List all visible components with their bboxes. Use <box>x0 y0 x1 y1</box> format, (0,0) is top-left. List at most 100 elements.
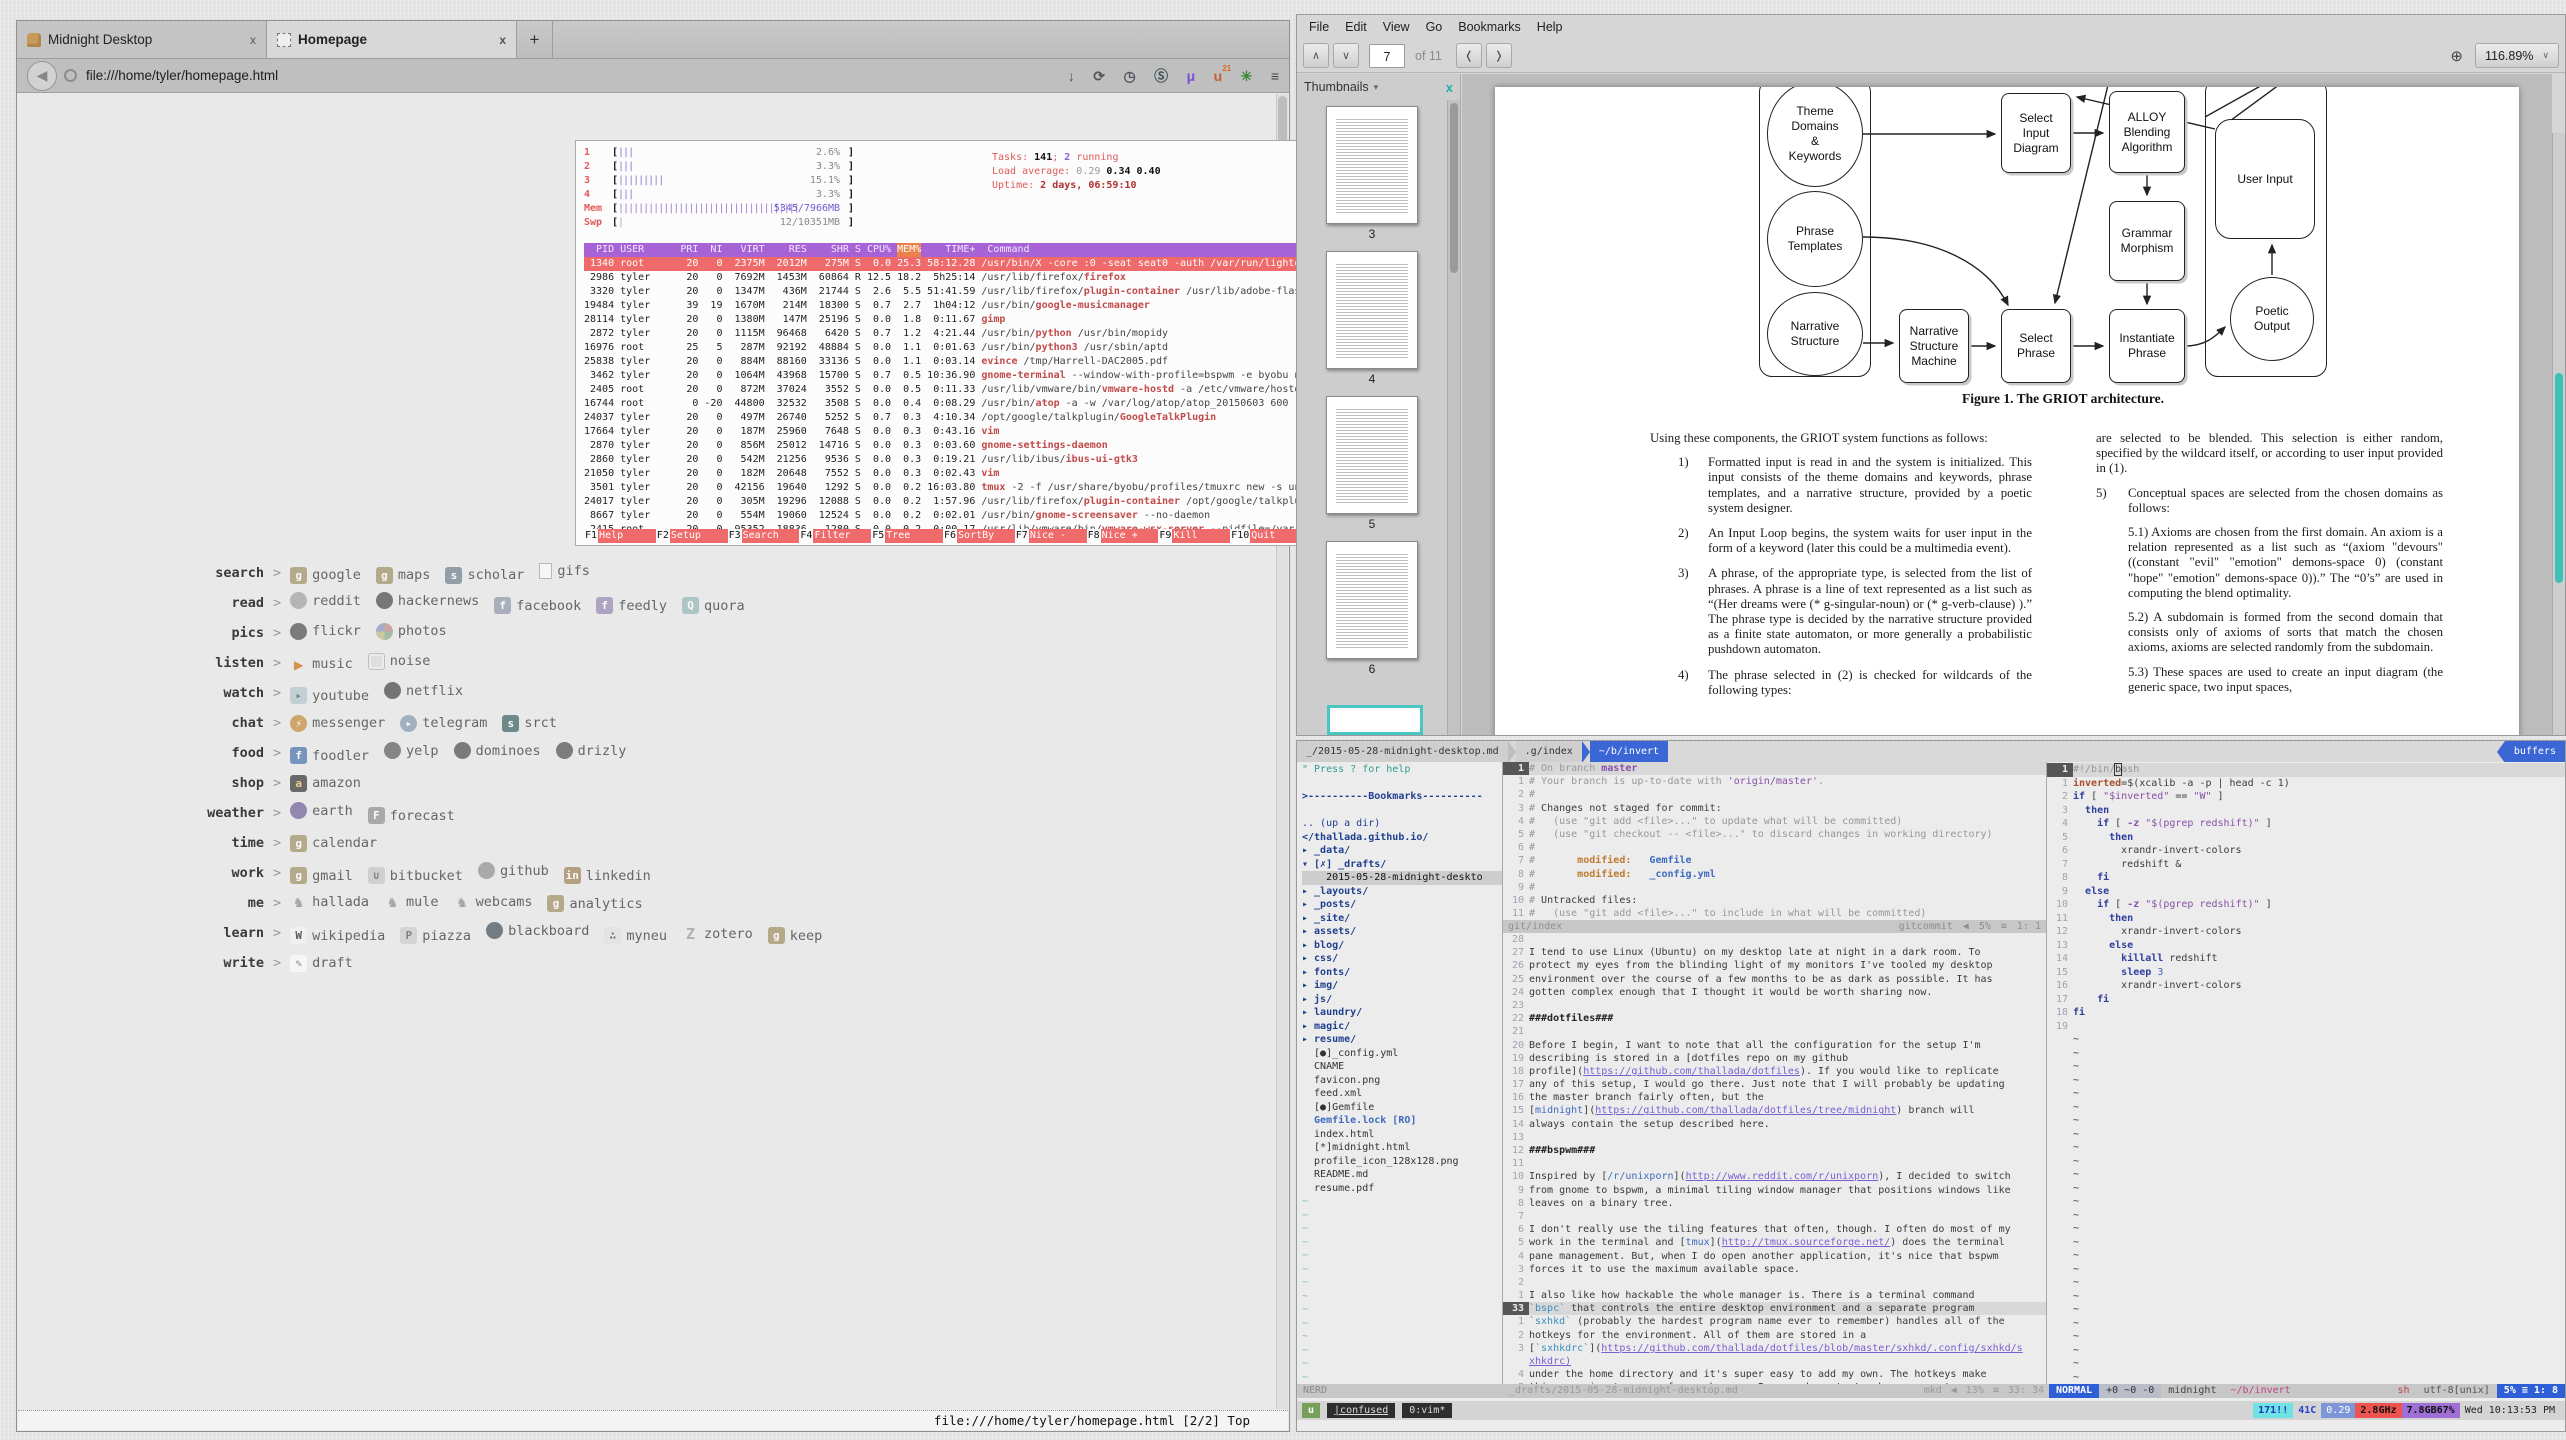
function-key[interactable]: F8Nice + <box>1087 529 1159 543</box>
nerdtree-item[interactable]: ▸ _site/ <box>1302 912 1502 926</box>
nerdtree-item[interactable]: ~ <box>1302 1263 1502 1277</box>
tab-close-icon[interactable]: x <box>250 33 256 47</box>
homepage-link[interactable]: Zzotero <box>682 926 753 943</box>
homepage-link[interactable]: ✎draft <box>290 955 353 972</box>
menu-item[interactable]: Bookmarks <box>1450 20 1529 34</box>
process-row[interactable]: 2872 tyler 20 0 1115M 96468 6420 S 0.7 1… <box>584 327 1316 341</box>
pdf-thumbnail[interactable]: 6 <box>1324 541 1420 676</box>
nerdtree-item[interactable]: >----------Bookmarks---------- <box>1302 790 1502 804</box>
pdf-thumbnail[interactable]: 3 <box>1324 106 1420 241</box>
nerdtree-item[interactable]: ~ <box>1302 1303 1502 1317</box>
toolbar-icon[interactable]: u21 <box>1214 68 1223 84</box>
middle-pane[interactable]: 1# On branch master 1# Your branch is up… <box>1503 762 2047 1384</box>
nerdtree-item[interactable]: .. (up a dir) <box>1302 817 1502 831</box>
homepage-link[interactable]: ▸telegram <box>400 715 487 732</box>
toolbar-icon[interactable]: ≡ <box>1271 68 1279 84</box>
nerdtree-item[interactable] <box>1302 777 1502 791</box>
homepage-link[interactable]: Fforecast <box>368 807 455 824</box>
function-key[interactable]: F9Kill <box>1158 529 1230 543</box>
nerdtree-item[interactable]: profile_icon_128x128.png <box>1302 1155 1502 1169</box>
process-row[interactable]: 1340 root 20 0 2375M 2012M 275M S 0.0 25… <box>584 257 1316 271</box>
url-input[interactable]: file:///home/tyler/homepage.html <box>86 68 1054 83</box>
function-key[interactable]: F6SortBy <box>943 529 1015 543</box>
homepage-link[interactable]: aamazon <box>290 775 361 792</box>
history-forward-button[interactable]: ❭ <box>1486 43 1512 68</box>
homepage-link[interactable]: netflix <box>384 682 463 699</box>
page-up-button[interactable]: ∧ <box>1303 43 1329 68</box>
homepage-link[interactable]: yelp <box>384 742 439 759</box>
process-row[interactable]: 8667 tyler 20 0 554M 19060 12524 S 0.0 0… <box>584 509 1316 523</box>
tab-close-icon[interactable]: x <box>499 33 506 47</box>
toolbar-icon[interactable]: ⟳ <box>1093 68 1105 84</box>
nerdtree-item[interactable]: </thallada.github.io/ <box>1302 831 1502 845</box>
nerdtree-item[interactable]: ~ <box>1302 1236 1502 1250</box>
nerdtree-item[interactable]: ~ <box>1302 1195 1502 1209</box>
homepage-link[interactable]: ffoodler <box>290 747 369 764</box>
back-button-icon[interactable]: ◀ <box>27 61 57 91</box>
nerdtree-item[interactable]: resume.pdf <box>1302 1182 1502 1196</box>
homepage-link[interactable]: ▶music <box>290 656 353 673</box>
nerdtree-item[interactable]: ~ <box>1302 1209 1502 1223</box>
sidebar-close-icon[interactable]: x <box>1446 80 1453 95</box>
selected-thumbnail[interactable] <box>1327 705 1423 735</box>
function-key[interactable]: F2Setup <box>656 529 728 543</box>
toolbar-icon[interactable]: ◷ <box>1123 68 1135 84</box>
homepage-link[interactable]: drizly <box>556 742 627 759</box>
nerdtree-item[interactable]: 2015-05-28-midnight-deskto <box>1302 871 1502 885</box>
pdf-thumbnail[interactable]: 4 <box>1324 251 1420 386</box>
nerdtree-item[interactable]: ▸ img/ <box>1302 979 1502 993</box>
nerdtree-item[interactable]: ~ <box>1302 1276 1502 1290</box>
process-row[interactable]: 2405 root 20 0 872M 37024 3552 S 0.0 0.5… <box>584 383 1316 397</box>
process-row[interactable]: 2860 tyler 20 0 542M 21256 9536 S 0.0 0.… <box>584 453 1316 467</box>
buffer-tab-active[interactable]: ~/b/invert <box>1590 741 1668 762</box>
homepage-link[interactable]: flickr <box>290 623 361 640</box>
tmux-window-item[interactable]: 0:vim* <box>1402 1403 1452 1419</box>
sidebar-dropdown-icon[interactable]: ▾ <box>1374 82 1379 93</box>
process-row[interactable]: 24017 tyler 20 0 305M 19296 12088 S 0.0 … <box>584 495 1316 509</box>
homepage-link[interactable]: ffeedly <box>596 597 667 614</box>
nerdtree-item[interactable]: ~ <box>1302 1371 1502 1385</box>
gitcommit-buffer[interactable]: 1# On branch master 1# Your branch is up… <box>1503 762 2046 920</box>
function-key[interactable]: F4Filter <box>799 529 871 543</box>
zoom-select[interactable]: 116.89%∨ <box>2475 43 2559 68</box>
toolbar-icon[interactable]: μ <box>1187 68 1196 84</box>
process-row[interactable]: 16976 root 25 5 287M 92192 48884 S 0.0 1… <box>584 341 1316 355</box>
process-row[interactable]: 2870 tyler 20 0 856M 25012 14716 S 0.0 0… <box>584 439 1316 453</box>
nerdtree-item[interactable]: ▸ resume/ <box>1302 1033 1502 1047</box>
nerdtree-item[interactable]: ▸ assets/ <box>1302 925 1502 939</box>
homepage-link[interactable]: ganalytics <box>547 895 642 912</box>
history-back-button[interactable]: ❬ <box>1456 43 1482 68</box>
process-row[interactable]: 3501 tyler 20 0 42156 19640 1292 S 0.0 0… <box>584 481 1316 495</box>
homepage-link[interactable]: ggoogle <box>290 567 361 584</box>
homepage-link[interactable]: ♞mule <box>384 894 439 911</box>
menu-item[interactable]: Help <box>1529 20 1571 34</box>
toolbar-icon[interactable]: ✳ <box>1241 68 1253 84</box>
nerdtree-item[interactable]: Gemfile.lock [RO] <box>1302 1114 1502 1128</box>
function-key[interactable]: F3Search <box>728 529 800 543</box>
homepage-link[interactable]: ssrct <box>502 715 557 732</box>
nerdtree-item[interactable]: ~ <box>1302 1222 1502 1236</box>
nerdtree-item[interactable]: ▸ js/ <box>1302 993 1502 1007</box>
homepage-link[interactable]: ∪bitbucket <box>368 867 463 884</box>
nerdtree-item[interactable]: index.html <box>1302 1128 1502 1142</box>
homepage-link[interactable]: ▸youtube <box>290 687 369 704</box>
nerdtree-item[interactable]: ~ <box>1302 1290 1502 1304</box>
process-row[interactable]: 28114 tyler 20 0 1380M 147M 25196 S 0.0 … <box>584 313 1316 327</box>
nerdtree-item[interactable]: favicon.png <box>1302 1074 1502 1088</box>
homepage-link[interactable]: ♞webcams <box>454 894 533 911</box>
pdf-thumbnail[interactable]: 5 <box>1324 396 1420 531</box>
nerdtree-item[interactable]: [*]midnight.html <box>1302 1141 1502 1155</box>
process-row[interactable]: 3320 tyler 20 0 1347M 436M 21744 S 2.6 5… <box>584 285 1316 299</box>
homepage-link[interactable]: github <box>478 862 549 879</box>
nerdtree-item[interactable]: [●]Gemfile <box>1302 1101 1502 1115</box>
toolbar-icon[interactable]: Ⓢ <box>1154 68 1168 84</box>
menu-item[interactable]: View <box>1375 20 1418 34</box>
menu-item[interactable]: File <box>1301 20 1337 34</box>
function-key[interactable]: F5Tree <box>871 529 943 543</box>
process-row[interactable]: 16744 root 0 -20 44800 32532 3508 S 0.0 … <box>584 397 1316 411</box>
homepage-link[interactable]: photos <box>376 623 447 640</box>
homepage-link[interactable]: gmaps <box>376 567 431 584</box>
homepage-link[interactable]: earth <box>290 802 353 819</box>
homepage-link[interactable]: ♞hallada <box>290 894 369 911</box>
nerdtree-item[interactable]: ▸ _posts/ <box>1302 898 1502 912</box>
